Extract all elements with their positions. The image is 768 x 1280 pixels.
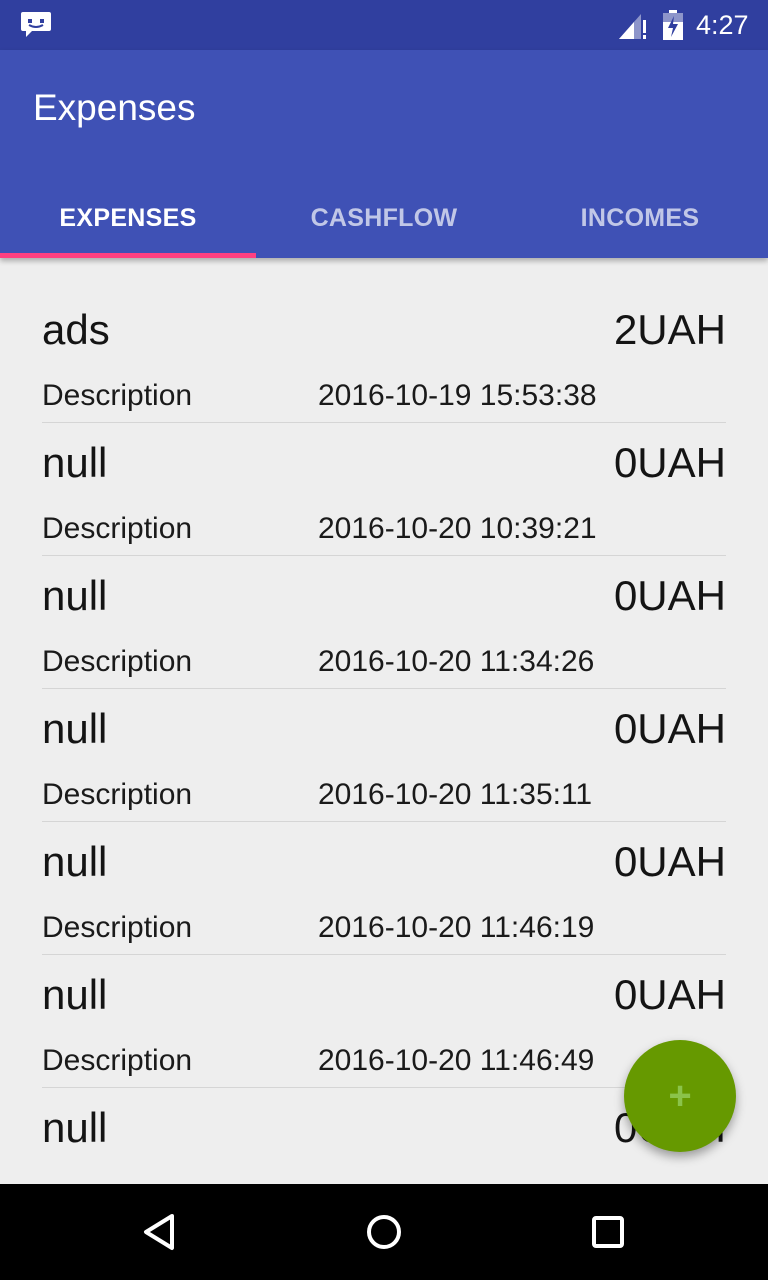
item-name: null <box>42 971 108 1018</box>
item-name: ads <box>42 306 110 353</box>
status-time: 4:27 <box>696 10 749 40</box>
item-name: null <box>42 572 108 619</box>
tab-expenses[interactable]: EXPENSES <box>0 178 256 258</box>
app-bar: Expenses EXPENSES CASHFLOW INCOMES <box>0 50 768 258</box>
page-title: Expenses <box>33 87 196 128</box>
home-icon[interactable] <box>360 1208 408 1256</box>
item-amount: 0UAH <box>613 439 726 486</box>
item-name: null <box>42 1104 108 1151</box>
item-description: Description <box>42 512 193 545</box>
item-amount: 2UAH <box>613 306 726 353</box>
item-date: 2016-10-20 11:46:19 <box>318 911 595 944</box>
item-date: 2016-10-20 10:39:21 <box>318 512 597 545</box>
tab-label: EXPENSES <box>59 203 197 232</box>
tab-indicator <box>0 253 256 258</box>
battery-charging-icon <box>663 10 683 40</box>
expenses-list[interactable]: ads 2UAH Description 2016-10-19 15:53:38… <box>0 258 768 1184</box>
back-icon[interactable] <box>136 1208 184 1256</box>
recent-apps-icon[interactable] <box>584 1208 632 1256</box>
item-date: 2016-10-20 11:46:49 <box>318 1044 595 1077</box>
item-amount: 0UAH <box>613 838 726 885</box>
item-description: Description <box>42 379 193 412</box>
tab-incomes[interactable]: INCOMES <box>512 178 768 258</box>
item-amount: 0UAH <box>613 971 726 1018</box>
add-expense-button[interactable]: + <box>624 1040 736 1152</box>
list-item[interactable]: null 0UAH Description 2016-10-20 11:46:1… <box>42 822 726 955</box>
item-date: 2016-10-19 15:53:38 <box>318 379 597 412</box>
item-description: Description <box>42 645 193 678</box>
item-description: Description <box>42 778 193 811</box>
item-name: null <box>42 838 108 885</box>
item-description: Description <box>42 1044 193 1077</box>
item-date: 2016-10-20 11:35:11 <box>318 778 593 811</box>
tab-label: INCOMES <box>580 203 700 232</box>
item-name: null <box>42 705 108 752</box>
item-amount: 0UAH <box>613 572 726 619</box>
tab-label: CASHFLOW <box>310 203 458 232</box>
signal-icon <box>619 14 646 39</box>
item-name: null <box>42 439 108 486</box>
item-date: 2016-10-20 11:34:26 <box>318 645 595 678</box>
navigation-bar <box>0 1184 768 1280</box>
list-item[interactable]: null 0UAH Description 2016-10-20 10:39:2… <box>42 423 726 556</box>
list-item[interactable]: null 0UAH Description 2016-10-20 11:46:4… <box>42 955 726 1088</box>
item-description: Description <box>42 911 193 944</box>
tab-bar: EXPENSES CASHFLOW INCOMES <box>0 178 768 258</box>
list-item[interactable]: null 0UAH Description 2016-10-20 11:35:1… <box>42 689 726 822</box>
message-notification-icon <box>21 12 51 37</box>
add-icon: + <box>668 1074 692 1118</box>
tab-cashflow[interactable]: CASHFLOW <box>256 178 512 258</box>
item-amount: 0UAH <box>613 705 726 752</box>
status-bar: 4:27 <box>0 0 768 50</box>
list-item[interactable]: ads 2UAH Description 2016-10-19 15:53:38 <box>42 290 726 423</box>
list-item[interactable]: null 0UAH Description 2016-10-20 11:34:2… <box>42 556 726 689</box>
